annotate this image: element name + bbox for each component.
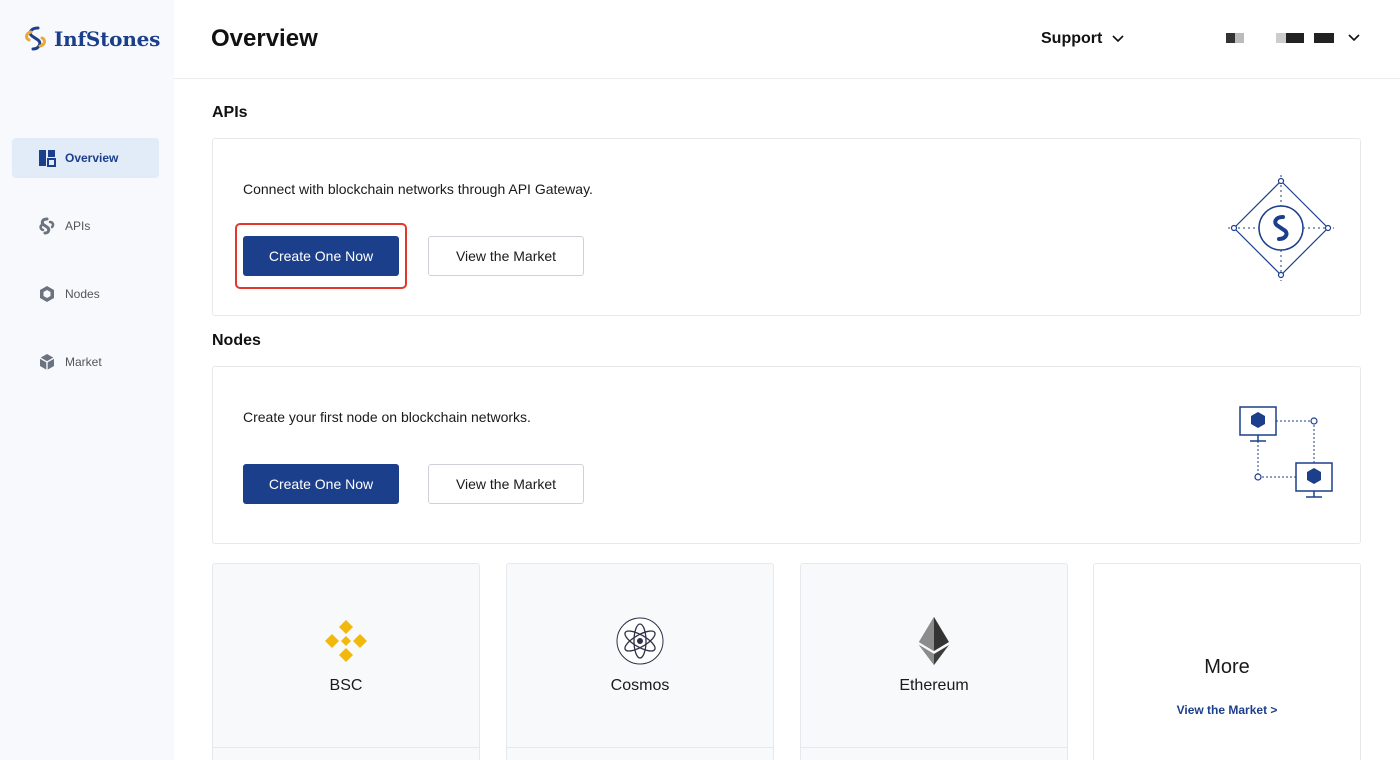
support-dropdown[interactable]: Support xyxy=(1041,30,1124,48)
user-menu[interactable] xyxy=(1226,33,1360,43)
logo-text: InfStones xyxy=(54,27,161,51)
nodes-card: Create your first node on blockchain net… xyxy=(212,366,1361,544)
sidebar-item-market[interactable]: Market xyxy=(12,342,159,382)
sidebar: InfStones Overview APIs Nodes Market xyxy=(0,0,174,760)
nodes-section-title: Nodes xyxy=(212,332,261,349)
market-cube-icon xyxy=(39,354,55,370)
sidebar-item-label: APIs xyxy=(65,219,91,233)
dashboard-icon xyxy=(39,150,56,167)
node-hexagon-icon xyxy=(40,286,54,302)
create-node-button[interactable]: Create One Now xyxy=(243,464,399,504)
tile-divider xyxy=(507,747,773,748)
tile-divider xyxy=(213,747,479,748)
cosmos-icon xyxy=(616,617,664,665)
avatar xyxy=(1226,33,1244,43)
network-tile-ethereum[interactable]: Ethereum xyxy=(800,563,1068,760)
sidebar-item-label: Overview xyxy=(65,151,119,165)
network-label: Ethereum xyxy=(899,677,969,694)
sidebar-item-label: Nodes xyxy=(65,287,100,301)
tile-divider xyxy=(801,747,1067,748)
sidebar-item-overview[interactable]: Overview xyxy=(12,138,159,178)
support-label: Support xyxy=(1041,30,1103,47)
user-name xyxy=(1276,33,1334,43)
chevron-down-icon xyxy=(1112,35,1124,43)
network-tile-cosmos[interactable]: Cosmos xyxy=(506,563,774,760)
api-swirl-icon xyxy=(39,217,55,235)
network-tile-bsc[interactable]: BSC xyxy=(212,563,480,760)
page-title: Overview xyxy=(211,25,318,52)
view-market-button[interactable]: View the Market xyxy=(428,464,584,504)
logo[interactable]: InfStones xyxy=(22,24,160,54)
network-label: Cosmos xyxy=(610,677,670,694)
sidebar-item-label: Market xyxy=(65,355,102,369)
sidebar-item-apis[interactable]: APIs xyxy=(12,206,159,246)
top-header: Overview Support xyxy=(174,0,1400,79)
apis-section-title: APIs xyxy=(212,104,248,121)
nodes-description: Create your first node on blockchain net… xyxy=(243,409,531,425)
more-label: More xyxy=(1204,656,1250,678)
network-tile-more: More View the Market > xyxy=(1093,563,1361,760)
view-market-button[interactable]: View the Market xyxy=(428,236,584,276)
api-gateway-illustration-icon xyxy=(1228,175,1334,281)
view-market-link[interactable]: View the Market > xyxy=(1094,703,1360,717)
apis-card: Connect with blockchain networks through… xyxy=(212,138,1361,316)
network-label: BSC xyxy=(329,677,363,694)
sidebar-item-nodes[interactable]: Nodes xyxy=(12,274,159,314)
ethereum-icon xyxy=(919,617,949,665)
create-api-button[interactable]: Create One Now xyxy=(243,236,399,276)
bsc-icon xyxy=(325,620,367,662)
chevron-down-icon xyxy=(1348,34,1360,42)
node-network-illustration-icon xyxy=(1239,406,1333,498)
apis-description: Connect with blockchain networks through… xyxy=(243,181,593,197)
infstones-logo-icon xyxy=(25,26,46,51)
